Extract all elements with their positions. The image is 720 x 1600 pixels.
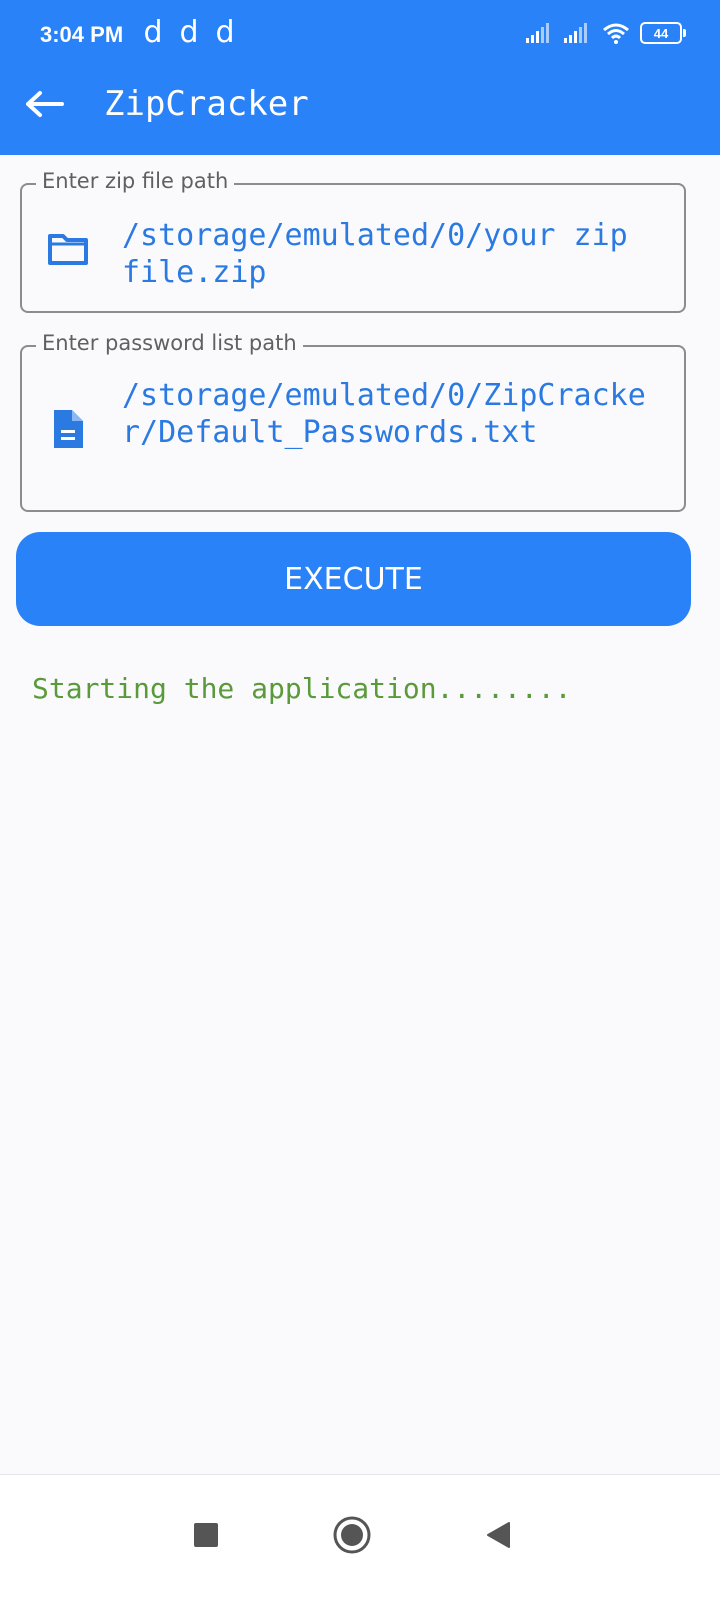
arrow-left-icon [26,91,64,117]
password-path-text: /storage/emulated/0/ZipCracker/Default_P… [122,378,646,450]
notification-icon: d [143,15,163,50]
back-triangle-icon [487,1522,510,1548]
status-bar: 3:04 PM d d d 44 [0,0,720,70]
back-button[interactable] [18,80,70,128]
zip-path-input[interactable]: /storage/emulated/0/your zip file.zip [122,217,654,291]
password-list-field[interactable]: Enter password list path /storage/emulat… [20,331,686,512]
battery-icon: 44 [640,22,686,44]
recents-square-icon [194,1523,218,1547]
wifi-icon [603,23,629,44]
signal-icon [564,23,587,43]
folder-icon [46,227,90,271]
battery-level: 44 [653,25,669,41]
navigation-bar [0,1474,720,1600]
password-list-label: Enter password list path [36,331,303,355]
notification-icon: d [179,15,199,50]
notification-icon: d [215,15,235,50]
notification-icons: d d d [140,16,238,50]
home-button[interactable] [322,1505,382,1565]
home-circle-icon [333,1516,371,1554]
system-icons: 44 [526,22,686,44]
status-time: 3:04 PM [40,22,124,47]
zip-path-field[interactable]: Enter zip file path /storage/emulated/0/… [20,169,686,313]
log-output: Starting the application........ [32,672,572,705]
app-title: ZipCracker [104,84,309,124]
recents-button[interactable] [176,1505,236,1565]
zip-path-label: Enter zip file path [36,169,235,193]
password-list-input[interactable]: /storage/emulated/0/ZipCracker/Default_P… [122,377,654,451]
back-nav-button[interactable] [468,1505,528,1565]
document-icon [46,407,90,451]
execute-button[interactable]: EXECUTE [16,532,691,626]
signal-icon [526,23,549,43]
app-bar: 3:04 PM d d d 44 ZipCracker [0,0,720,155]
